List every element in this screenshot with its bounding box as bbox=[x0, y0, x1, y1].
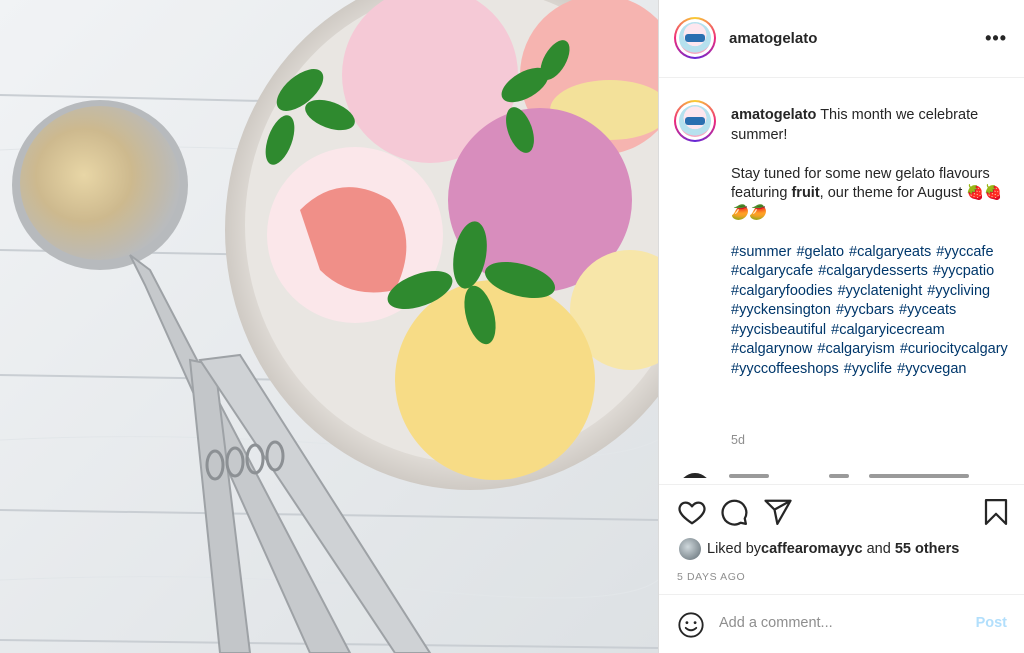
action-bar: Liked by caffearomayyc and 55 others 5 D… bbox=[659, 484, 1024, 594]
caption-text: amatogelato This month we celebrate summ… bbox=[731, 106, 1016, 379]
comment-input[interactable] bbox=[719, 615, 949, 631]
post-side-panel: amatogelato ••• amatogelato This month w… bbox=[658, 0, 1024, 653]
heart-icon[interactable] bbox=[677, 497, 707, 527]
bookmark-icon[interactable] bbox=[981, 497, 1011, 527]
post-header: amatogelato ••• bbox=[659, 0, 1024, 78]
caption-bold-word: fruit bbox=[791, 185, 820, 201]
comment-icon[interactable] bbox=[719, 497, 749, 527]
amato-logo-icon bbox=[679, 22, 711, 54]
add-comment-bar: Post bbox=[659, 594, 1024, 653]
paper-plane-icon[interactable] bbox=[763, 497, 793, 527]
likes-prefix: Liked by bbox=[707, 541, 762, 557]
caption-avatar[interactable] bbox=[674, 100, 716, 142]
liker-username[interactable]: caffearomayyc bbox=[761, 541, 863, 557]
header-username[interactable]: amatogelato bbox=[729, 30, 817, 47]
likes-summary: Liked by caffearomayyc and 55 others bbox=[679, 538, 959, 560]
more-options-icon[interactable]: ••• bbox=[985, 28, 1007, 49]
caption-line-2-post: , our theme for August bbox=[819, 185, 963, 201]
liker-avatar[interactable] bbox=[679, 538, 701, 560]
amato-logo-icon bbox=[679, 105, 711, 137]
post-date[interactable]: 5 DAYS AGO bbox=[677, 571, 745, 583]
instagram-post-window: amatogelato ••• amatogelato This month w… bbox=[0, 0, 1024, 653]
profile-avatar[interactable] bbox=[674, 17, 716, 59]
post-comment-button[interactable]: Post bbox=[976, 615, 1007, 631]
caption-time-ago: 5d bbox=[731, 433, 745, 447]
next-comment-cutoff bbox=[679, 473, 1019, 478]
smiley-icon[interactable] bbox=[677, 611, 705, 639]
caption-hashtags[interactable]: #summer #gelato #calgaryeats #yyccafe #c… bbox=[731, 243, 1016, 380]
likes-others-link[interactable]: 55 others bbox=[895, 541, 959, 557]
post-photo[interactable] bbox=[0, 0, 658, 653]
caption-area: amatogelato This month we celebrate summ… bbox=[659, 78, 1024, 478]
caption-username[interactable]: amatogelato bbox=[731, 107, 816, 123]
gelato-photo-illustration bbox=[0, 0, 658, 653]
likes-middle: and bbox=[862, 541, 895, 557]
